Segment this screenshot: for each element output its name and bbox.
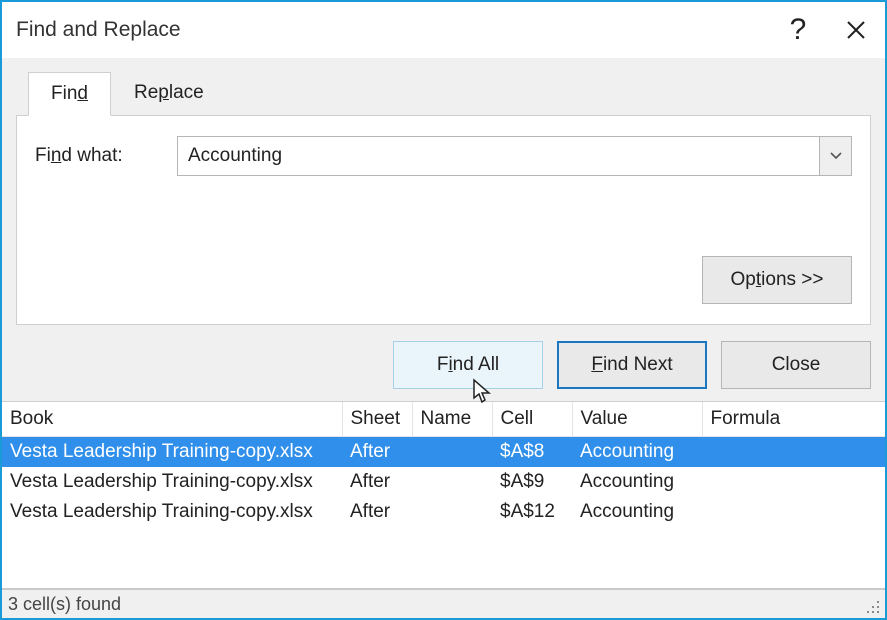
tabstrip: Find Replace — [16, 71, 871, 115]
action-row: Find All Find Next Close — [16, 341, 871, 389]
status-text: 3 cell(s) found — [8, 594, 121, 615]
find-what-input[interactable] — [178, 137, 819, 175]
cell-formula — [702, 437, 885, 468]
cell-book: Vesta Leadership Training-copy.xlsx — [2, 467, 342, 497]
col-formula[interactable]: Formula — [702, 402, 885, 437]
options-row: Options >> — [35, 256, 852, 304]
cell-value: Accounting — [572, 437, 702, 468]
results-pane: Book Sheet Name Cell Value Formula Vesta… — [2, 401, 885, 588]
cell-name — [412, 497, 492, 527]
options-button[interactable]: Options >> — [702, 256, 852, 304]
col-value[interactable]: Value — [572, 402, 702, 437]
col-name[interactable]: Name — [412, 402, 492, 437]
col-book[interactable]: Book — [2, 402, 342, 437]
cell-cell: $A$12 — [492, 497, 572, 527]
cell-book: Vesta Leadership Training-copy.xlsx — [2, 497, 342, 527]
cell-sheet: After — [342, 437, 412, 468]
find-next-button[interactable]: Find Next — [557, 341, 707, 389]
cell-cell: $A$8 — [492, 437, 572, 468]
cell-formula — [702, 467, 885, 497]
close-icon[interactable] — [827, 2, 885, 58]
col-cell[interactable]: Cell — [492, 402, 572, 437]
find-replace-dialog: Find and Replace ? Find Replace Find wha… — [0, 0, 887, 620]
tab-replace[interactable]: Replace — [111, 71, 227, 115]
resize-grip-icon[interactable] — [861, 595, 879, 613]
cell-sheet: After — [342, 467, 412, 497]
table-row[interactable]: Vesta Leadership Training-copy.xlsxAfter… — [2, 497, 885, 527]
titlebar: Find and Replace ? — [2, 2, 885, 58]
find-what-combo[interactable] — [177, 136, 852, 176]
find-what-row: Find what: — [35, 134, 852, 178]
col-sheet[interactable]: Sheet — [342, 402, 412, 437]
table-row[interactable]: Vesta Leadership Training-copy.xlsxAfter… — [2, 467, 885, 497]
results-table: Book Sheet Name Cell Value Formula Vesta… — [2, 402, 885, 527]
find-all-button[interactable]: Find All — [393, 341, 543, 389]
cell-name — [412, 467, 492, 497]
window-title: Find and Replace — [16, 18, 769, 42]
status-bar: 3 cell(s) found — [2, 588, 885, 618]
find-panel: Find what: Options >> — [16, 115, 871, 325]
cell-cell: $A$9 — [492, 467, 572, 497]
results-header-row: Book Sheet Name Cell Value Formula — [2, 402, 885, 437]
close-button[interactable]: Close — [721, 341, 871, 389]
cell-name — [412, 437, 492, 468]
tab-find[interactable]: Find — [28, 72, 111, 116]
help-button[interactable]: ? — [769, 2, 827, 58]
chevron-down-icon[interactable] — [819, 137, 851, 175]
cell-formula — [702, 497, 885, 527]
cell-value: Accounting — [572, 497, 702, 527]
dialog-body: Find Replace Find what: Opt — [2, 58, 885, 401]
cell-book: Vesta Leadership Training-copy.xlsx — [2, 437, 342, 468]
table-row[interactable]: Vesta Leadership Training-copy.xlsxAfter… — [2, 437, 885, 468]
find-what-label: Find what: — [35, 145, 165, 167]
cell-sheet: After — [342, 497, 412, 527]
cell-value: Accounting — [572, 467, 702, 497]
